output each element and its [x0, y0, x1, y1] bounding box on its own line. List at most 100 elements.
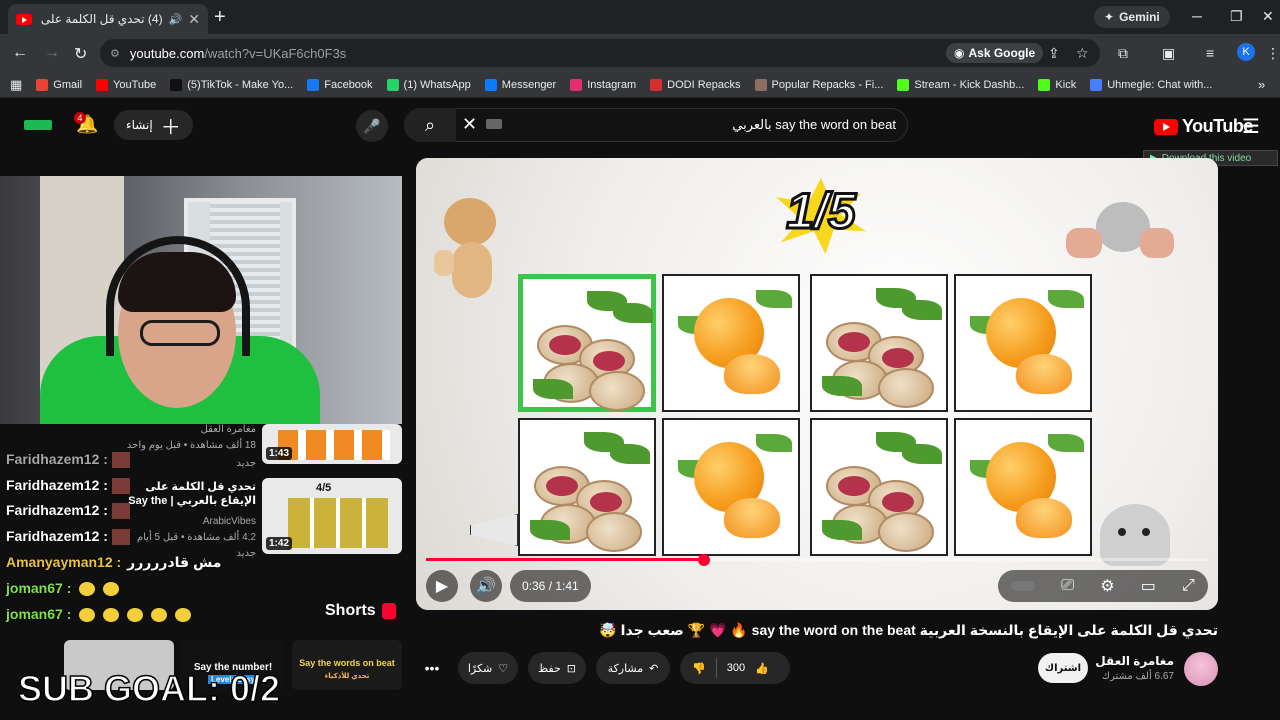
create-button[interactable]: إنشاء ＋ [114, 110, 193, 140]
bookmark-item[interactable]: Kick [1038, 78, 1076, 91]
bookmark-item[interactable]: Facebook [307, 78, 373, 91]
apricot-card [954, 274, 1092, 412]
apricot-card [662, 418, 800, 556]
bookmark-favicon-icon [307, 78, 320, 91]
short-thumbnail-3[interactable]: Say the words on beat تحدي للأذكياء [292, 640, 402, 690]
bookmark-favicon-icon [96, 78, 109, 91]
thanks-button[interactable]: شكرًا ♡ [458, 652, 518, 684]
leaf [530, 520, 570, 540]
related-video-thumbnail-2[interactable]: 4/5 1:42 [262, 478, 402, 554]
media-controls-icon[interactable]: ≡ [1206, 45, 1214, 61]
youtube-play-logo-icon [1154, 118, 1178, 135]
subscribe-button[interactable]: اشتراك [1038, 653, 1088, 683]
bookmark-favicon-icon [897, 78, 910, 91]
extensions-icon[interactable]: ⧉ [1118, 45, 1128, 62]
sparkle-icon: ✦ [1104, 10, 1115, 24]
like-dislike-group: 👎 300 👍 [680, 652, 790, 684]
install-app-icon[interactable]: ⇪ [1048, 45, 1060, 62]
play-icon[interactable]: ▶ [426, 570, 458, 602]
tab-title: (4) تحدي قل الكلمة على الإيقا [38, 12, 163, 26]
youtube-logo[interactable]: YouTube [1154, 116, 1253, 137]
gemini-button[interactable]: ✦ Gemini [1094, 6, 1170, 28]
pistachio-card [810, 274, 948, 412]
bookmark-item[interactable]: (5)TikTok - Make Yo... [170, 78, 294, 91]
dislike-icon[interactable]: 👎 [692, 662, 706, 675]
bookmark-item[interactable]: DODI Repacks [650, 78, 741, 91]
time-text: 0:36 / 1:41 [522, 579, 579, 593]
fullscreen-icon[interactable]: ⤢ [1182, 577, 1195, 595]
minimize-icon[interactable]: ─ [1192, 8, 1202, 24]
forward-arrow-icon[interactable]: → [44, 44, 60, 62]
plus-icon: ＋ [160, 116, 181, 139]
settings-gear-icon[interactable]: ⚙ [1100, 576, 1114, 596]
related-video-channel[interactable]: ArabicVibes [120, 516, 256, 527]
related-video-channel: مغامرة العقل [200, 424, 256, 435]
chat-avatar-icon [111, 452, 130, 469]
related-video-title[interactable]: تحدي قل الكلمة على الإيقاع بالعربي | Say… [120, 480, 256, 508]
clear-search-icon[interactable]: ✕ [462, 114, 477, 135]
speaker-icon[interactable]: 🔊 [169, 13, 183, 26]
thanks-heart-icon: ♡ [498, 662, 509, 675]
share-button[interactable]: مشاركة ↶ [596, 652, 670, 684]
chat-emoji-icon [151, 608, 168, 623]
ask-google-button[interactable]: ◉ Ask Google [946, 43, 1044, 63]
volume-icon[interactable]: 🔊 [470, 570, 502, 602]
close-window-icon[interactable]: ✕ [1262, 8, 1274, 25]
more-actions-button[interactable]: ••• [420, 652, 444, 684]
keyboard-icon[interactable] [486, 119, 502, 129]
search-icon[interactable]: ⌕ [404, 108, 456, 142]
bookmark-item[interactable]: Messenger [484, 78, 556, 91]
progress-scrubber[interactable] [698, 554, 710, 566]
browser-menu-icon[interactable]: ⋮ [1266, 45, 1280, 62]
channel-name[interactable]: مغامرة العقل [1088, 654, 1174, 668]
bookmark-favicon-icon [1038, 78, 1051, 91]
tab-close-icon[interactable]: ✕ [188, 11, 200, 28]
apricot-half [1016, 354, 1072, 394]
video-player[interactable]: 1/5 ▶ 🔊 0:36 / 1:41 ⎚ ⚙ ▭ ⤢ [416, 158, 1218, 610]
apricot-half [724, 354, 780, 394]
pistachio-nut [878, 512, 934, 552]
bookmark-label: Facebook [324, 78, 373, 91]
channel-live-icon[interactable] [24, 120, 52, 130]
shorts-logo-icon [381, 603, 396, 619]
apricot-card [662, 274, 800, 412]
bookmark-item[interactable]: Uhmegle: Chat with... [1090, 78, 1212, 91]
site-info-icon[interactable]: ⚙ [110, 47, 120, 60]
leaf [533, 379, 573, 399]
leaf [756, 290, 792, 308]
new-tab-button[interactable]: + [214, 6, 226, 29]
bookmark-item[interactable]: Stream - Kick Dashb... [897, 78, 1024, 91]
hamburger-menu-icon[interactable]: ☰ [1242, 114, 1260, 139]
bookmark-icon: ⊡ [566, 662, 577, 675]
related-video-meta: 4.2 ألف مشاهدة • قبل 5 أيام [136, 532, 256, 543]
like-icon[interactable]: 👍 [755, 662, 769, 675]
save-button[interactable]: حفظ ⊡ [528, 652, 586, 684]
search-query-text: say the word on beat بالعربي [732, 117, 896, 132]
chat-message: Faridhazem12 : [6, 451, 130, 469]
bookmark-item[interactable]: Popular Repacks - Fi... [754, 78, 883, 91]
restore-icon[interactable]: ❐ [1230, 8, 1243, 25]
captions-icon[interactable]: ⎚ [1061, 577, 1074, 595]
profile-avatar[interactable]: K [1237, 43, 1255, 61]
voice-search-icon[interactable]: 🎤 [356, 110, 388, 142]
bookmark-favicon-icon [1090, 78, 1103, 91]
miniplayer-icon[interactable]: ▭ [1141, 576, 1156, 596]
bookmark-star-icon[interactable]: ☆ [1076, 45, 1089, 62]
leaf [613, 303, 653, 323]
bookmark-label: (5)TikTok - Make Yo... [187, 78, 294, 91]
bookmark-item[interactable]: YouTube [96, 78, 156, 91]
bookmark-item[interactable]: Instagram [570, 78, 636, 91]
reload-icon[interactable]: ↻ [74, 44, 87, 64]
apps-grid-icon[interactable]: ▦ [10, 77, 22, 93]
bookmark-item[interactable]: (1) WhatsApp [386, 78, 471, 91]
new-badge: جديد [236, 458, 256, 469]
tab-search-icon[interactable]: ▣ [1162, 45, 1175, 62]
leaf [822, 376, 862, 396]
related-video-thumbnail-1[interactable]: 1:43 [262, 424, 402, 464]
browser-tab-active[interactable]: (4) تحدي قل الكلمة على الإيقا 🔊 ✕ [8, 4, 208, 34]
autoplay-toggle-icon[interactable] [1011, 581, 1036, 591]
more-bookmarks-icon[interactable]: » [1258, 77, 1265, 92]
back-arrow-icon[interactable]: ← [12, 44, 28, 62]
channel-avatar[interactable] [1184, 652, 1218, 686]
bookmark-item[interactable]: Gmail [36, 78, 82, 91]
